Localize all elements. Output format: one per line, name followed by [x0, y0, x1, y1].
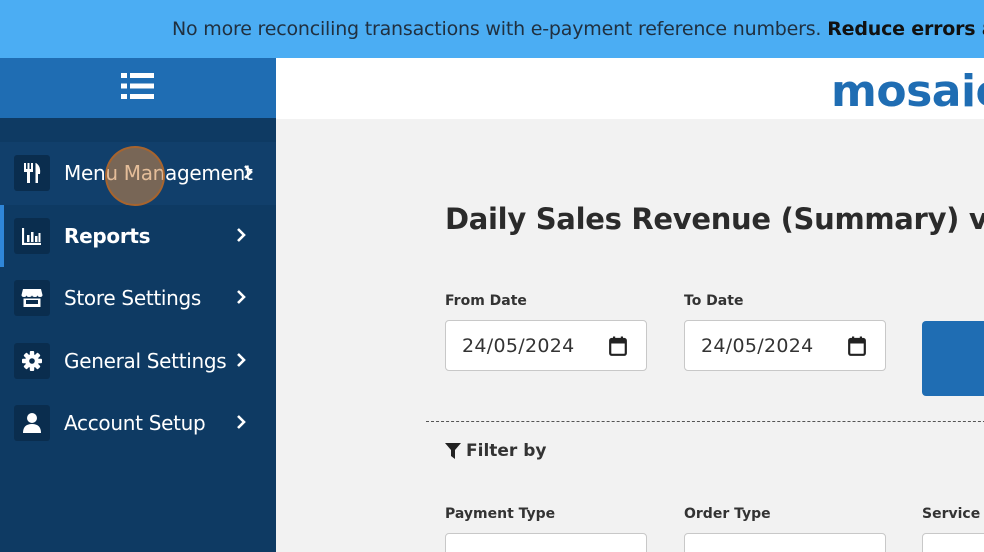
sidebar-item-store-settings[interactable]: Store Settings — [0, 267, 276, 330]
sidebar-item-account-setup[interactable]: Account Setup — [0, 392, 276, 455]
top-bar: mosaic — [276, 58, 984, 119]
sidebar-header — [0, 58, 276, 118]
chevron-right-icon — [236, 349, 246, 373]
chevron-right-icon — [236, 224, 246, 248]
banner-text: No more reconciling transactions with e-… — [172, 18, 822, 40]
service-select[interactable] — [922, 533, 984, 552]
sidebar-item-label: Store Settings — [64, 286, 202, 311]
page-title: Daily Sales Revenue (Summary) v2 — [445, 202, 984, 236]
order-type-select[interactable] — [684, 533, 886, 552]
announcement-banner: No more reconciling transactions with e-… — [0, 0, 984, 58]
payment-type-label: Payment Type — [445, 506, 556, 522]
from-date-label: From Date — [445, 293, 527, 309]
sidebar-item-label: Account Setup — [64, 411, 206, 436]
bar-chart-icon — [14, 217, 50, 254]
to-date-input[interactable]: 24/05/2024 — [684, 320, 886, 371]
sidebar-item-label: General Settings — [64, 348, 227, 373]
sidebar-item-label: Menu Management — [64, 161, 253, 186]
order-type-label: Order Type — [684, 506, 771, 522]
sidebar: Menu Management Reports Store Settings G… — [0, 58, 276, 552]
sidebar-item-label: Reports — [64, 223, 151, 248]
filter-heading: Filter by — [445, 441, 546, 461]
section-divider — [426, 421, 984, 422]
sidebar-item-general-settings[interactable]: General Settings — [0, 330, 276, 393]
sidebar-item-reports[interactable]: Reports — [0, 204, 276, 267]
store-icon — [14, 280, 50, 317]
from-date-value: 24/05/2024 — [462, 334, 575, 357]
chevron-right-icon — [236, 411, 246, 435]
search-button[interactable] — [922, 321, 984, 396]
calendar-icon[interactable] — [848, 336, 866, 361]
filter-icon — [445, 442, 461, 459]
utensils-icon — [14, 155, 50, 192]
hamburger-list-icon[interactable] — [121, 72, 155, 104]
calendar-icon[interactable] — [609, 336, 627, 361]
filter-heading-text: Filter by — [466, 441, 547, 461]
brand-logo[interactable]: mosaic — [831, 66, 984, 117]
from-date-input[interactable]: 24/05/2024 — [445, 320, 647, 371]
payment-type-select[interactable] — [445, 533, 647, 552]
to-date-label: To Date — [684, 293, 744, 309]
chevron-right-icon — [236, 286, 246, 310]
service-label: Service C — [922, 506, 984, 522]
user-icon — [14, 405, 50, 442]
to-date-value: 24/05/2024 — [701, 334, 814, 357]
banner-emphasis: Reduce errors and have m — [827, 18, 984, 40]
sidebar-item-menu-management[interactable]: Menu Management — [0, 142, 276, 205]
main-content: Daily Sales Revenue (Summary) v2 From Da… — [276, 119, 984, 552]
gear-icon — [14, 342, 50, 379]
chevron-right-icon — [243, 161, 253, 185]
